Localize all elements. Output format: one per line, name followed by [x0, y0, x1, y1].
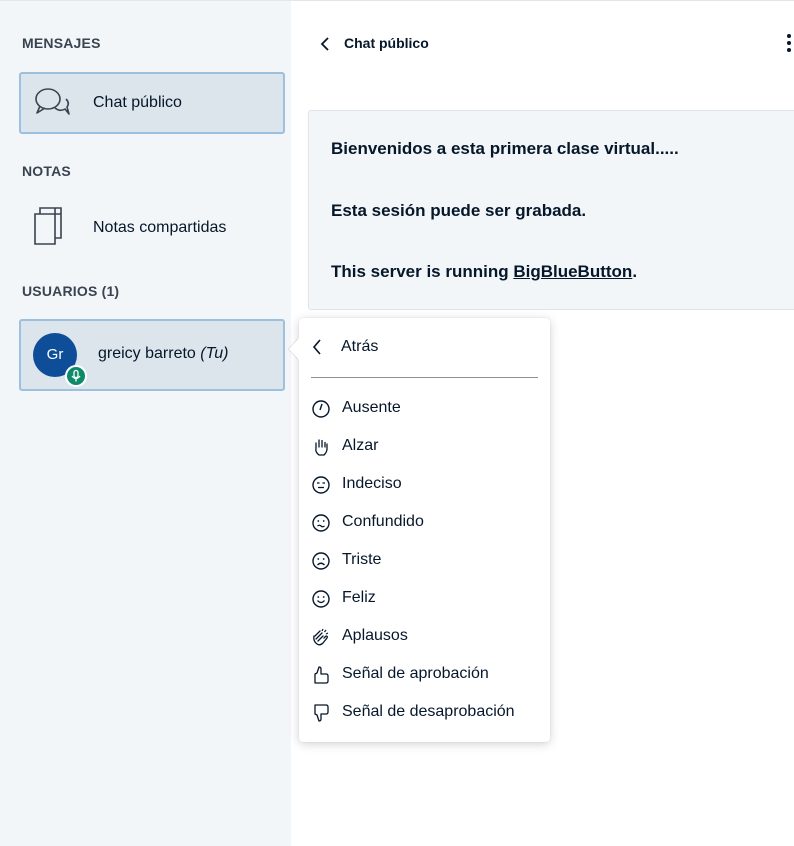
applause-icon [313, 628, 329, 646]
chevron-left-icon [312, 339, 321, 355]
menu-arrow [289, 338, 299, 360]
menu-item-label: Triste [342, 551, 382, 568]
sidebar-item-public-chat[interactable]: Chat público [19, 72, 285, 134]
welcome-line-3-prefix: This server is running [331, 262, 514, 281]
user-name: greicy barreto [98, 345, 196, 362]
menu-item-label: Indeciso [342, 475, 402, 492]
shared-notes-label: Notas compartidas [93, 219, 227, 236]
happy-face-icon [312, 590, 330, 608]
thumbs-down-icon [314, 704, 329, 722]
welcome-line-3-suffix: . [632, 262, 638, 281]
you-tag: (Tu) [200, 345, 229, 362]
menu-item-label: Aplausos [342, 627, 408, 644]
chevron-left-icon[interactable] [320, 36, 330, 52]
welcome-line-3: This server is running BigBlueButton. [331, 262, 637, 282]
microphone-icon [65, 365, 87, 387]
chat-header: Chat público [320, 30, 794, 58]
menu-back-button[interactable]: Atrás [309, 332, 539, 362]
menu-item-desaprobacion[interactable]: Señal de desaprobación [311, 697, 545, 727]
clock-icon [312, 400, 330, 418]
menu-item-aplausos[interactable]: Aplausos [311, 621, 545, 651]
more-options-icon[interactable] [784, 32, 794, 58]
menu-item-label: Confundido [342, 513, 424, 530]
menu-item-aprobacion[interactable]: Señal de aprobación [311, 659, 545, 689]
welcome-line-1: Bienvenidos a esta primera clase virtual… [331, 139, 679, 158]
menu-item-label: Feliz [342, 589, 376, 606]
menu-item-label: Alzar [342, 437, 379, 454]
chat-bubbles-icon [35, 88, 70, 115]
public-chat-label: Chat público [93, 94, 182, 111]
bigbluebutton-link[interactable]: BigBlueButton [513, 262, 632, 281]
sidebar-item-shared-notes[interactable]: Notas compartidas [19, 197, 285, 259]
top-divider [291, 0, 794, 1]
sidebar: MENSAJES Chat público NOTAS Notas compar… [0, 0, 291, 846]
confused-face-icon [312, 514, 330, 532]
users-section-title: USUARIOS (1) [22, 283, 120, 299]
notes-section-title: NOTAS [22, 163, 71, 179]
menu-item-ausente[interactable]: Ausente [311, 393, 545, 423]
status-menu: Atrás Ausente Alzar Indeciso Confundido … [289, 318, 550, 742]
hand-icon [315, 439, 328, 456]
user-name-label: greicy barreto (Tu) [98, 345, 228, 363]
menu-item-label: Ausente [342, 399, 401, 416]
menu-item-feliz[interactable]: Feliz [311, 583, 545, 613]
menu-item-triste[interactable]: Triste [311, 545, 545, 575]
menu-item-confundido[interactable]: Confundido [311, 507, 545, 537]
welcome-message: Bienvenidos a esta primera clase virtual… [308, 110, 794, 310]
menu-back-label: Atrás [341, 338, 379, 355]
thumbs-up-icon [314, 666, 329, 684]
undecided-face-icon [312, 476, 330, 494]
document-icon [34, 207, 62, 245]
menu-item-alzar[interactable]: Alzar [311, 431, 545, 461]
messages-section-title: MENSAJES [22, 35, 101, 51]
chat-title[interactable]: Chat público [344, 35, 429, 51]
menu-item-label: Señal de desaprobación [342, 703, 515, 720]
user-list-item[interactable]: Gr greicy barreto (Tu) [19, 319, 285, 391]
menu-item-indeciso[interactable]: Indeciso [311, 469, 545, 499]
menu-divider [311, 377, 538, 378]
sad-face-icon [312, 552, 330, 570]
welcome-line-2: Esta sesión puede ser grabada. [331, 201, 587, 220]
menu-item-label: Señal de aprobación [342, 665, 489, 682]
